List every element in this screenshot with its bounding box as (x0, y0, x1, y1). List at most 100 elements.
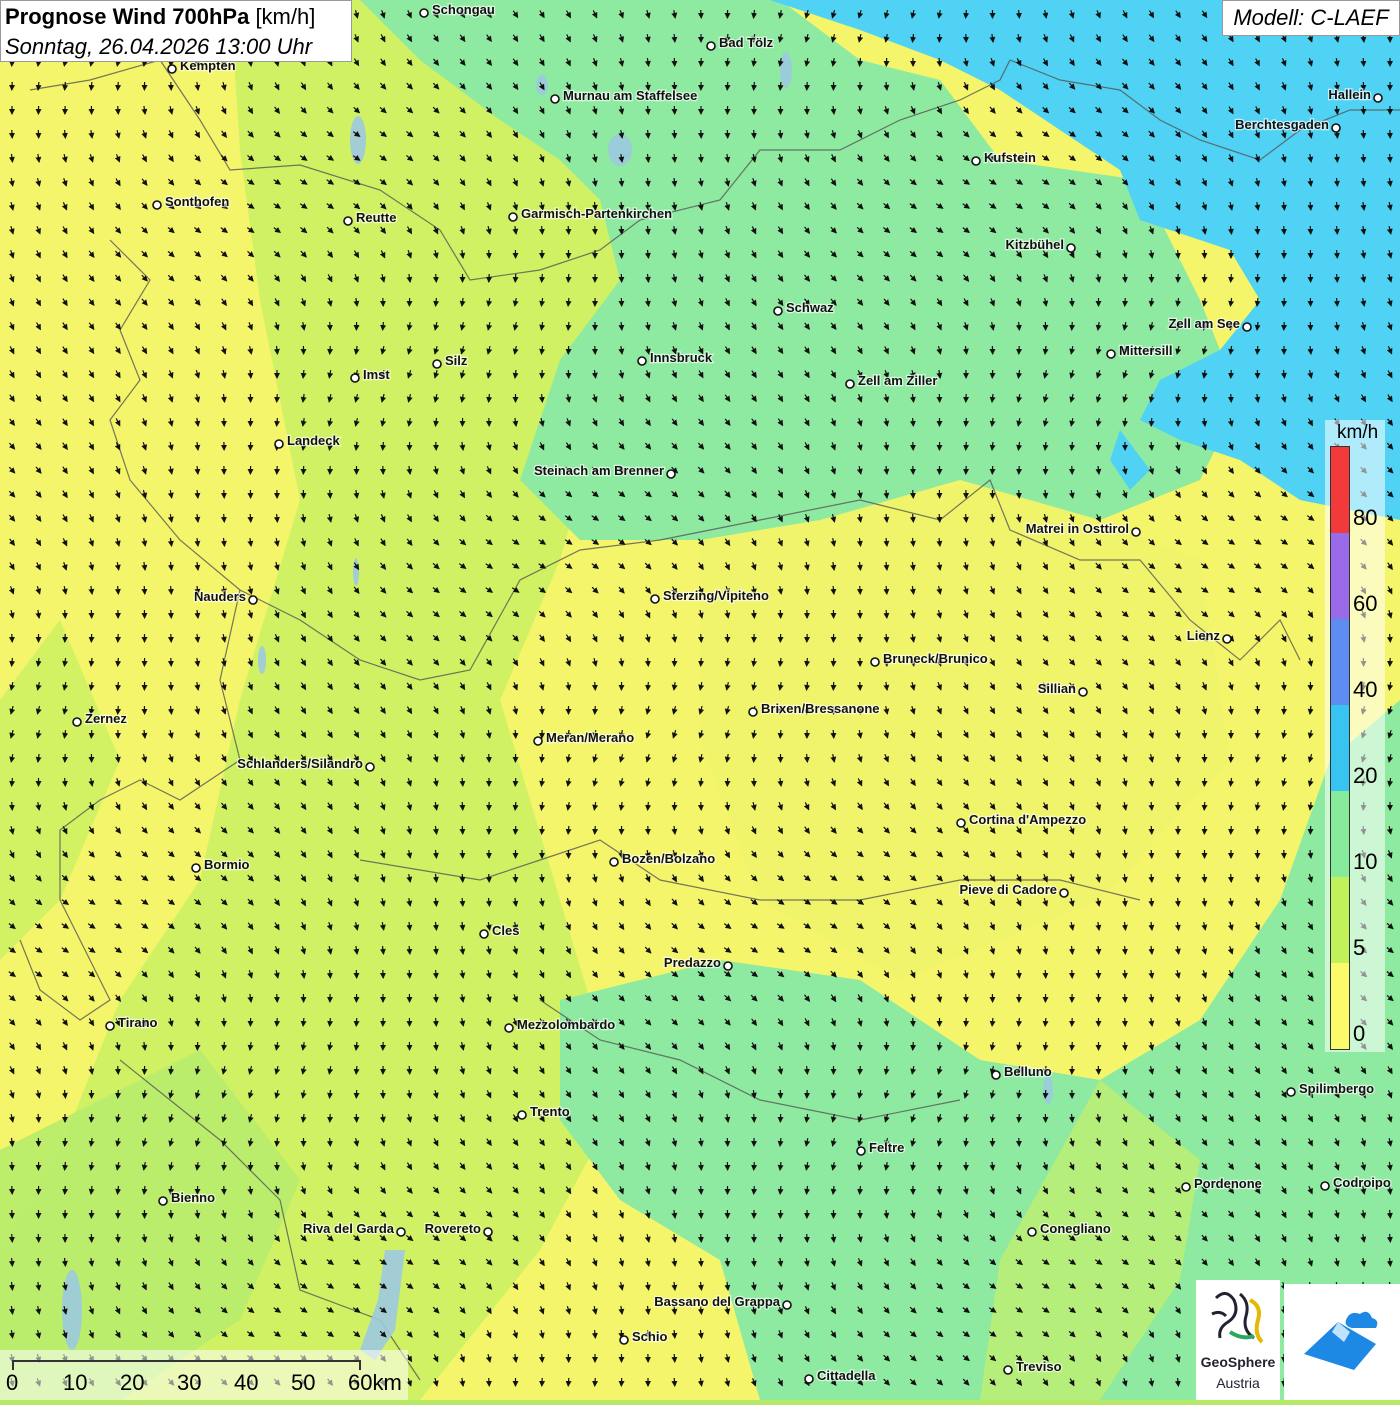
wind-map[interactable]: SchongauKemptenBad TölzMurnau am Staffel… (0, 0, 1400, 1400)
wind-arrow (303, 1018, 304, 1026)
city-pieve-di-cadore[interactable]: Pieve di Cadore (959, 882, 1068, 897)
city-innsbruck[interactable]: Innsbruck (638, 350, 713, 365)
city-marker-icon (667, 470, 675, 478)
city-bruneck-brunico[interactable]: Bruneck/Brunico (871, 651, 988, 666)
title-unit: [km/h] (255, 4, 315, 29)
city-label: Garmisch-Partenkirchen (521, 206, 672, 221)
wind-arrow (1178, 898, 1179, 906)
city-bozen-bolzano[interactable]: Bozen/Bolzano (610, 851, 715, 866)
city-schongau[interactable]: Schongau (420, 2, 495, 17)
city-marker-icon (1060, 889, 1068, 897)
legend-label: 80 (1353, 505, 1377, 531)
wind-arrow (780, 730, 781, 738)
wind-arrow (1310, 226, 1311, 234)
wind-arrow (118, 658, 119, 666)
city-sonthofen[interactable]: Sonthofen (153, 194, 229, 209)
wind-arrow (171, 1210, 172, 1218)
city-matrei-in-osttirol[interactable]: Matrei in Osttirol (1026, 521, 1140, 536)
wind-arrow (701, 634, 702, 642)
weather-app-logo[interactable] (1284, 1284, 1400, 1400)
scale-label: 0 (6, 1370, 18, 1396)
wind-arrow (1337, 250, 1338, 258)
wind-arrow (118, 682, 119, 690)
city-cortina-d-ampezzo[interactable]: Cortina d'Ampezzo (957, 812, 1086, 827)
wind-arrow (250, 514, 251, 522)
wind-arrow (1390, 154, 1391, 162)
city-marker-icon (620, 1336, 628, 1344)
city-label: Treviso (1016, 1359, 1062, 1374)
city-label: Spilimbergo (1299, 1081, 1374, 1096)
wind-arrow (595, 1378, 596, 1386)
wind-arrow (754, 1186, 755, 1194)
city-label: Berchtesgaden (1235, 117, 1329, 132)
city-marker-icon (638, 357, 646, 365)
wind-arrow (38, 82, 39, 90)
geosphere-logo[interactable]: GeoSphere Austria (1196, 1280, 1280, 1400)
city-steinach-am-brenner[interactable]: Steinach am Brenner (534, 463, 675, 478)
city-berchtesgaden[interactable]: Berchtesgaden (1235, 117, 1340, 132)
wind-arrow (701, 10, 702, 18)
city-marker-icon (707, 42, 715, 50)
wind-arrow (1231, 370, 1232, 378)
city-marker-icon (1223, 635, 1231, 643)
wind-arrow (595, 706, 596, 714)
wind-arrow (992, 1018, 993, 1026)
city-spilimbergo[interactable]: Spilimbergo (1287, 1081, 1374, 1096)
title-box: Prognose Wind 700hPa [km/h] Sonntag, 26.… (0, 0, 352, 62)
wind-arrow (1019, 1114, 1020, 1122)
wind-arrow (277, 1138, 278, 1146)
wind-arrow (1390, 1210, 1391, 1218)
wind-arrow (966, 442, 967, 450)
wind-arrow (807, 1234, 808, 1242)
wind-arrow (674, 1330, 675, 1338)
wind-arrow (1125, 274, 1126, 282)
wind-arrow (913, 490, 914, 498)
wind-arrow (1390, 634, 1391, 642)
wind-arrow (1019, 1018, 1020, 1026)
city-marker-icon (805, 1375, 813, 1383)
scale-label: 30 (177, 1370, 201, 1396)
legend-bar (1330, 446, 1350, 1050)
city-riva-del-garda[interactable]: Riva del Garda (303, 1221, 405, 1236)
city-label: Murnau am Staffelsee (563, 88, 697, 103)
city-conegliano[interactable]: Conegliano (1028, 1221, 1111, 1236)
city-garmisch-partenkirchen[interactable]: Garmisch-Partenkirchen (509, 206, 672, 221)
city-marker-icon (846, 380, 854, 388)
wind-arrow (12, 802, 13, 810)
wind-arrow (860, 586, 861, 594)
legend-color-segment (1331, 533, 1349, 619)
wind-arrow (91, 82, 92, 90)
city-zell-am-see[interactable]: Zell am See (1168, 316, 1251, 331)
city-schlanders-silandro[interactable]: Schlanders/Silandro (237, 756, 374, 771)
city-meran-merano[interactable]: Meran/Merano (534, 730, 634, 745)
wind-arrow (91, 1114, 92, 1122)
city-mezzolombardo[interactable]: Mezzolombardo (505, 1017, 615, 1032)
wind-arrow (1072, 298, 1073, 306)
city-marker-icon (484, 1228, 492, 1236)
wind-arrow (860, 1042, 861, 1050)
city-zell-am-ziller[interactable]: Zell am Ziller (846, 373, 937, 388)
city-marker-icon (159, 1197, 167, 1205)
wind-arrow (542, 706, 543, 714)
wind-arrow (1125, 1018, 1126, 1026)
wind-arrow (1072, 442, 1073, 450)
city-bassano-del-grappa[interactable]: Bassano del Grappa (654, 1294, 791, 1309)
wind-arrow (462, 874, 463, 882)
city-pordenone[interactable]: Pordenone (1182, 1176, 1262, 1191)
wind-arrow (542, 1354, 543, 1362)
city-label: Lienz (1187, 628, 1221, 643)
city-marker-icon (534, 737, 542, 745)
city-sterzing-vipiteno[interactable]: Sterzing/Vipiteno (651, 588, 769, 603)
wind-arrow (913, 514, 914, 522)
city-label: Schongau (432, 2, 495, 17)
city-brixen-bressanone[interactable]: Brixen/Bressanone (749, 701, 880, 716)
wind-arrow (1337, 298, 1338, 306)
city-murnau-am-staffelsee[interactable]: Murnau am Staffelsee (551, 88, 697, 103)
wind-arrow (1178, 1378, 1179, 1386)
city-marker-icon (275, 440, 283, 448)
wind-arrow (462, 898, 463, 906)
wind-arrow (65, 610, 66, 618)
wind-arrow (542, 274, 543, 282)
wind-arrow (489, 754, 490, 762)
city-marker-icon (1079, 688, 1087, 696)
